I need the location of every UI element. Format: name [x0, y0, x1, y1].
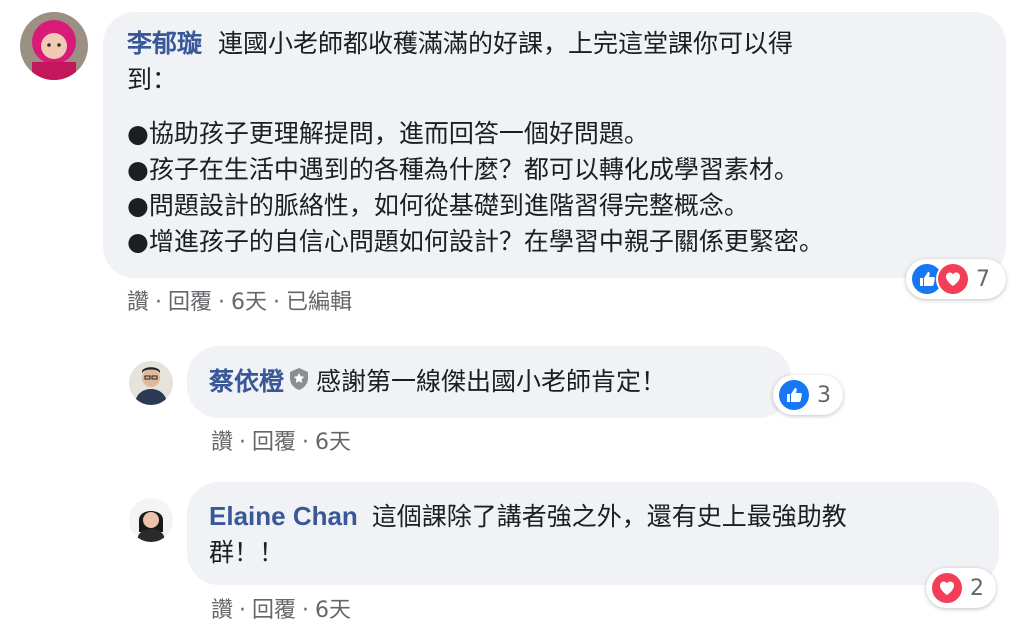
bullet-item: ●孩子在生活中遇到的各種為什麼？都可以轉化成學習素材。 [127, 155, 799, 184]
avatar[interactable] [129, 361, 173, 405]
comment-text: 感謝第一線傑出國小老師肯定！ [316, 367, 667, 396]
comment-actions: 讚 · 回覆 · 6天 · 已編輯 [127, 290, 353, 315]
timestamp-link[interactable]: 6天 [231, 290, 267, 315]
bullet-item: ●問題設計的脈絡性，如何從基礎到進階習得完整概念。 [127, 191, 749, 220]
like-link[interactable]: 讚 [211, 598, 233, 623]
like-link[interactable]: 讚 [127, 290, 149, 315]
comment-actions: 讚 · 回覆 · 6天 [211, 598, 352, 623]
reaction-summary[interactable]: 7 [906, 259, 1006, 299]
love-icon [936, 262, 970, 296]
comment-bubble: 李郁璇 連國小老師都收穫滿滿的好課，上完這堂課你可以得 到： ●協助孩子更理解提… [103, 12, 1006, 278]
verified-badge-icon [288, 365, 310, 401]
timestamp-link[interactable]: 6天 [315, 430, 351, 455]
bullet-item: ●增進孩子的自信心問題如何設計？在學習中親子關係更緊密。 [127, 227, 824, 256]
reaction-count: 7 [976, 266, 990, 292]
comment-text: 到： [127, 65, 178, 94]
comment-bubble: Elaine Chan 這個課除了講者強之外，還有史上最強助教 群！！ [187, 482, 999, 585]
avatar[interactable] [20, 12, 88, 80]
reaction-summary[interactable]: 3 [773, 375, 843, 415]
comment-text: 群！！ [209, 538, 285, 567]
reply-link[interactable]: 回覆 [252, 598, 296, 623]
reaction-count: 3 [817, 382, 831, 408]
comment-author[interactable]: 蔡依橙 [209, 367, 284, 396]
comment-bubble: 蔡依橙 感謝第一線傑出國小老師肯定！ [187, 346, 791, 418]
avatar[interactable] [129, 498, 173, 542]
reply-link[interactable]: 回覆 [168, 290, 212, 315]
like-link[interactable]: 讚 [211, 430, 233, 455]
timestamp-link[interactable]: 6天 [315, 598, 351, 623]
comment-text: 連國小老師都收穫滿滿的好課，上完這堂課你可以得 [217, 29, 793, 58]
comment-actions: 讚 · 回覆 · 6天 [211, 430, 352, 455]
reply-link[interactable]: 回覆 [252, 430, 296, 455]
comment-author[interactable]: 李郁璇 [127, 29, 202, 58]
comment-text: 這個課除了講者強之外，還有史上最強助教 [371, 502, 847, 531]
reaction-count: 2 [970, 575, 984, 601]
bullet-item: ●協助孩子更理解提問，進而回答一個好問題。 [127, 119, 649, 148]
edited-label[interactable]: 已編輯 [286, 290, 352, 315]
reaction-summary[interactable]: 2 [926, 568, 996, 608]
like-icon [777, 378, 811, 412]
love-icon [930, 571, 964, 605]
comment-author[interactable]: Elaine Chan [209, 501, 358, 531]
